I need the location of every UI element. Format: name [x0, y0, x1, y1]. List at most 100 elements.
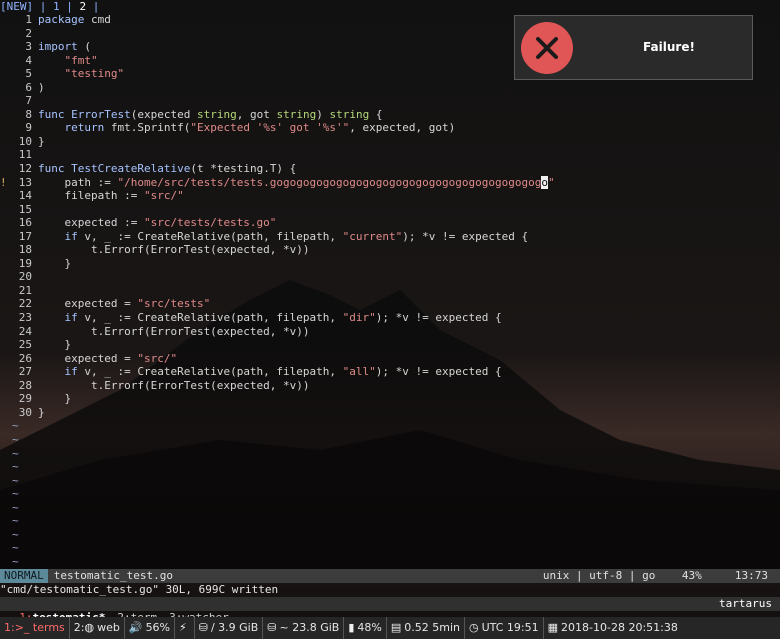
code-token: "fmt" — [64, 53, 98, 67]
code-token: ErrorTest — [71, 107, 131, 121]
gutter-sign: ! — [0, 175, 7, 189]
clock-icon: ◷ — [469, 621, 479, 634]
code-line[interactable]: 7 — [0, 94, 780, 108]
datetime-value: 2018-10-28 20:51:38 — [561, 621, 678, 634]
statusline-fileinfo: unix | utf-8 | go 43% 13:73 — [542, 569, 768, 582]
empty-buffer-line: ~ — [12, 541, 19, 555]
code-token: func — [38, 107, 65, 121]
code-token: ( — [77, 40, 91, 54]
volume-indicator[interactable]: 🔊 56% — [125, 617, 176, 639]
code-line[interactable]: 14 filepath := "src/" — [0, 189, 780, 203]
code-token: "Expected '%s' got '%s'" — [190, 121, 350, 135]
globe-icon: ◍ — [84, 621, 95, 634]
code-line[interactable]: 8 func ErrorTest(expected string, got str… — [0, 108, 780, 122]
workspace-web[interactable]: 2:◍ web — [70, 617, 125, 639]
code-token: " — [547, 175, 555, 189]
line-number: 18 — [18, 243, 32, 257]
empty-buffer-line: ~ — [12, 500, 19, 514]
code-token: expected := — [38, 216, 144, 230]
line-number: 25 — [18, 338, 32, 352]
line-number: 11 — [18, 148, 32, 162]
drive-icon: ⛁ — [267, 621, 277, 634]
code-token: if — [64, 229, 78, 243]
code-line[interactable]: 27 if v, _ := CreateRelative(path, filep… — [0, 365, 780, 379]
code-line[interactable]: 24 t.Errorf(ErrorTest(expected, *v)) — [0, 325, 780, 339]
vim-tabline: [NEW] | 1 | 2 | — [0, 0, 100, 13]
code-token: cmd — [84, 13, 111, 26]
line-number: 17 — [18, 229, 32, 243]
code-token: } — [38, 405, 45, 419]
code-token: } — [38, 134, 45, 148]
code-line[interactable]: 28 t.Errorf(ErrorTest(expected, *v)) — [0, 379, 780, 393]
code-token: "testing" — [64, 67, 125, 81]
code-token: "dir" — [342, 311, 376, 325]
code-line[interactable]: 18 t.Errorf(ErrorTest(expected, *v)) — [0, 243, 780, 257]
line-number: 9 — [25, 121, 32, 135]
empty-buffer-line: ~ — [12, 487, 19, 501]
line-number: 29 — [18, 392, 32, 406]
code-line[interactable]: 21 — [0, 284, 780, 298]
line-number: 21 — [18, 283, 32, 297]
code-token: ); *v != expected { — [375, 365, 502, 379]
failure-notification[interactable]: Failure! — [514, 15, 753, 80]
code-line[interactable]: 22 expected = "src/tests" — [0, 297, 780, 311]
code-line[interactable]: 26 expected = "src/" — [0, 352, 780, 366]
battery-indicator: ▮ 48% — [344, 617, 387, 639]
tab-new[interactable]: [NEW] — [0, 0, 33, 13]
code-line[interactable]: 23 if v, _ := CreateRelative(path, filep… — [0, 311, 780, 325]
line-number: 1 — [25, 13, 32, 26]
code-line[interactable]: 11 — [0, 148, 780, 162]
code-line[interactable]: 17 if v, _ := CreateRelative(path, filep… — [0, 230, 780, 244]
code-line[interactable]: ! 13 path := "/home/src/tests/tests.gogog… — [0, 175, 780, 190]
line-number: 13 — [18, 175, 32, 189]
code-line[interactable]: 19 } — [0, 257, 780, 271]
disk-root-indicator: ⛁/ 3.9 GiB — [195, 617, 264, 639]
load-value: 0.52 5min — [404, 621, 461, 634]
code-line[interactable]: 10} — [0, 135, 780, 149]
code-token: string — [329, 107, 370, 121]
disk-root-value: / 3.9 GiB — [210, 621, 259, 634]
code-editor[interactable]: 1 package cmd 2 3 import (4 "fmt" 5 "testing"… — [0, 13, 780, 568]
empty-buffer-line: ~ — [12, 432, 19, 446]
workspace-terms[interactable]: 1:>_ terms — [0, 617, 70, 639]
close-icon — [521, 22, 573, 74]
line-number: 15 — [18, 202, 32, 216]
code-line[interactable]: 16 expected := "src/tests/tests.go" — [0, 216, 780, 230]
code-token: fmt.Sprintf( — [104, 121, 191, 135]
tab-2[interactable]: 2 — [80, 0, 87, 13]
utc-clock: ◷ UTC 19:51 — [465, 617, 544, 639]
code-token: "current" — [342, 229, 403, 243]
line-number: 3 — [25, 40, 32, 54]
code-line[interactable]: 15 — [0, 203, 780, 217]
code-token: "src/tests/tests.go" — [143, 216, 277, 230]
statusline-filename: testomatic_test.go — [53, 569, 173, 582]
tab-1[interactable]: 1 — [53, 0, 60, 13]
code-line[interactable]: 30} — [0, 406, 780, 420]
code-line[interactable]: 20 — [0, 270, 780, 284]
code-token: "all" — [342, 365, 376, 379]
code-token: expected = — [38, 351, 138, 365]
code-line[interactable]: 12 func TestCreateRelative(t *testing.T) … — [0, 162, 780, 176]
code-line[interactable]: 29 } — [0, 392, 780, 406]
code-line[interactable]: 25 } — [0, 338, 780, 352]
code-token: path := — [38, 175, 118, 189]
line-number: 27 — [18, 365, 32, 379]
load-indicator: ▤ 0.52 5min — [387, 617, 466, 639]
line-number: 7 — [25, 94, 32, 108]
line-number: 4 — [25, 53, 32, 67]
code-token: "src/tests" — [137, 297, 211, 311]
battery-icon: ▮ — [348, 621, 355, 634]
line-number: 8 — [25, 107, 32, 121]
empty-buffer-line: ~ — [12, 446, 19, 460]
code-line[interactable]: 6) — [0, 81, 780, 95]
line-number: 5 — [25, 67, 32, 81]
code-line[interactable]: 9 return fmt.Sprintf("Expected '%s' got … — [0, 121, 780, 135]
vim-cmdline[interactable]: "cmd/testomatic_test.go" 30L, 699C writt… — [0, 583, 780, 597]
code-token: "src/" — [137, 351, 178, 365]
line-number: 23 — [18, 311, 32, 325]
line-number: 2 — [25, 26, 32, 40]
code-token: ); *v != expected { — [402, 229, 529, 243]
